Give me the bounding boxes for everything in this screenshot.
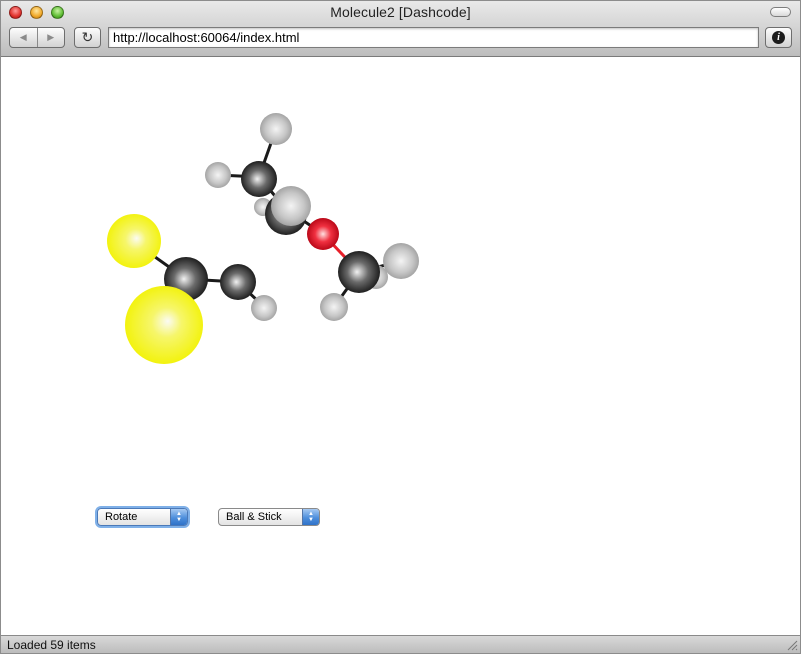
sulfur-atom <box>125 286 203 364</box>
carbon-atom <box>338 251 380 293</box>
hydrogen-atom <box>383 243 419 279</box>
info-button[interactable]: i <box>765 27 792 48</box>
select-arrows-icon: ▲ ▼ <box>170 509 187 525</box>
status-bar: Loaded 59 items <box>1 635 800 653</box>
sulfur-atom <box>107 214 161 268</box>
molecule-viewer[interactable] <box>1 57 461 417</box>
carbon-atom <box>241 161 277 197</box>
status-text: Loaded 59 items <box>7 638 96 652</box>
hydrogen-atom <box>205 162 231 188</box>
info-icon: i <box>772 31 785 44</box>
hydrogen-atom <box>251 295 277 321</box>
page-content: Rotate ▲ ▼ Ball & Stick ▲ ▼ <box>1 57 800 636</box>
mode-select-value: Rotate <box>105 511 138 523</box>
title-bar: Molecule2 [Dashcode] ◀ ▶ ↻ http://localh… <box>1 1 800 57</box>
toolbar-toggle-button[interactable] <box>770 7 791 17</box>
mode-select[interactable]: Rotate ▲ ▼ <box>97 508 188 526</box>
reload-button[interactable]: ↻ <box>74 27 101 48</box>
window-title: Molecule2 [Dashcode] <box>330 4 471 20</box>
reload-icon: ↻ <box>81 29 94 45</box>
back-arrow-icon: ◀ <box>19 32 27 42</box>
address-bar[interactable]: http://localhost:60064/index.html <box>108 27 759 48</box>
hydrogen-atom <box>320 293 348 321</box>
hydrogen-atom <box>271 186 311 226</box>
hydrogen-atom <box>260 113 292 145</box>
carbon-atom <box>220 264 256 300</box>
forward-arrow-icon: ▶ <box>47 32 55 42</box>
browser-window: Molecule2 [Dashcode] ◀ ▶ ↻ http://localh… <box>0 0 801 654</box>
select-arrows-icon: ▲ ▼ <box>302 509 319 525</box>
back-forward-control: ◀ ▶ <box>9 27 65 48</box>
forward-button[interactable]: ▶ <box>36 28 65 47</box>
display-style-select-value: Ball & Stick <box>226 511 282 523</box>
oxygen-atom <box>307 218 339 250</box>
display-style-select[interactable]: Ball & Stick ▲ ▼ <box>218 508 320 526</box>
resize-grip-icon[interactable] <box>786 639 798 651</box>
back-button[interactable]: ◀ <box>10 28 37 47</box>
